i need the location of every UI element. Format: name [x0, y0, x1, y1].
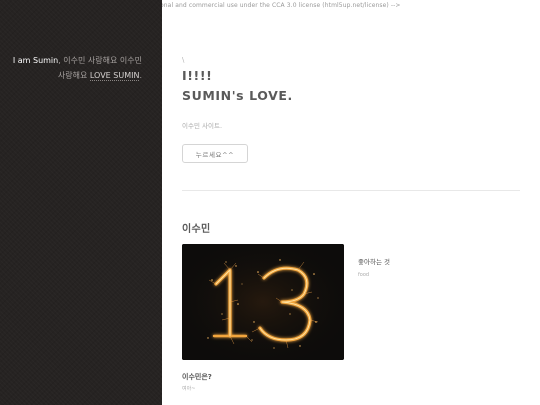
section-title: 이수민: [182, 224, 211, 235]
sidebar-intro-end: .: [139, 71, 142, 80]
sidebar-intro-name: I am Sumin: [12, 56, 59, 65]
sparkler-13-image[interactable]: [182, 244, 344, 360]
section-divider: [182, 190, 520, 191]
about-subtitle: 여아~: [182, 386, 196, 392]
sidebar: I am Sumin, 이수민 사랑해요 이수민 사랑해요 LOVE SUMIN…: [0, 0, 162, 405]
like-title: 좋아하는 것: [358, 258, 390, 266]
like-subtitle: food: [358, 272, 370, 278]
sidebar-intro-link[interactable]: LOVE SUMIN: [89, 71, 140, 81]
hero-subtitle: 이수민 사이트.: [182, 122, 223, 130]
hero-title: I!!!! SUMIN's LOVE.: [182, 68, 293, 103]
like-info: 좋아하는 것 food: [358, 256, 390, 278]
main-content: \ I!!!! SUMIN's LOVE. 이수민 사이트. 누르세요^^ 이수…: [162, 0, 540, 405]
sparkler-13-graphic: [182, 244, 344, 360]
hero-slash: \: [182, 56, 185, 64]
press-button[interactable]: 누르세요^^: [182, 144, 248, 163]
sidebar-intro: I am Sumin, 이수민 사랑해요 이수민 사랑해요 LOVE SUMIN…: [12, 53, 142, 83]
about-title: 이수민은?: [182, 373, 212, 381]
